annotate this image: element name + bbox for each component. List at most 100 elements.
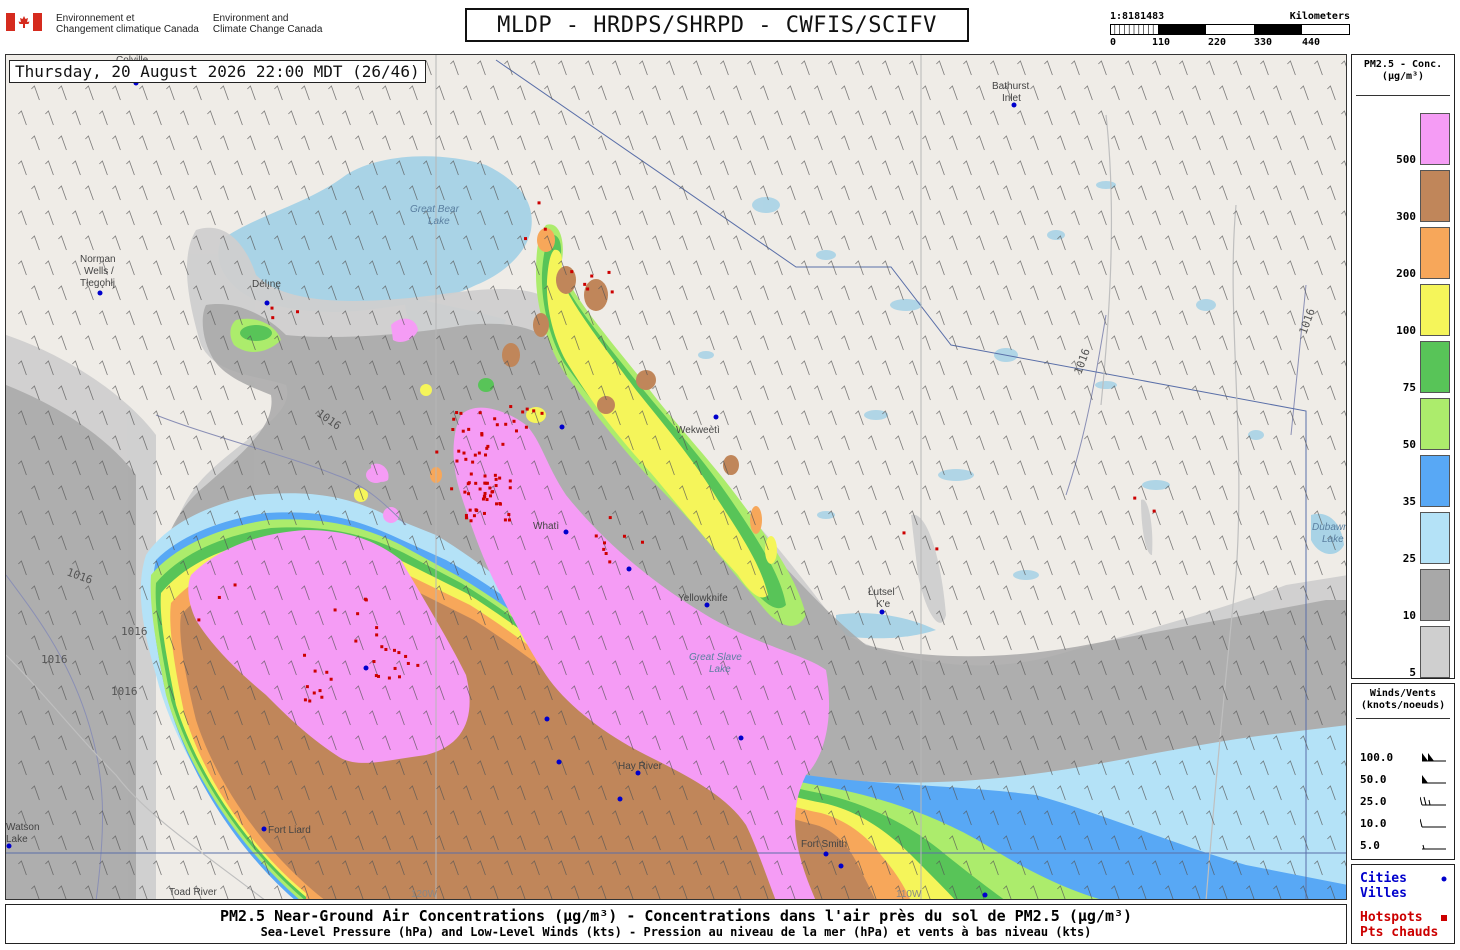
wind-barb bbox=[1341, 310, 1346, 317]
wind-barb bbox=[1057, 435, 1066, 451]
wind-barb bbox=[720, 410, 729, 426]
wind-barb bbox=[1138, 235, 1147, 251]
wind-barb bbox=[504, 260, 513, 276]
city-marker bbox=[264, 300, 270, 306]
wind-barb bbox=[841, 585, 850, 601]
wind-barb bbox=[1300, 135, 1309, 151]
wind-barb bbox=[139, 85, 148, 101]
wind-barb bbox=[787, 235, 796, 251]
forecast-timestamp: Thursday, 20 August 2026 22:00 MDT (26/4… bbox=[9, 60, 426, 83]
wind-barb bbox=[828, 560, 837, 576]
hotspot-marker bbox=[484, 453, 488, 457]
wind-barb bbox=[18, 210, 27, 226]
hotspot-marker bbox=[608, 516, 612, 520]
wind-barb bbox=[868, 285, 877, 301]
wind-barb bbox=[747, 410, 756, 426]
wind-barb bbox=[45, 210, 54, 226]
wind-barb bbox=[1165, 285, 1174, 301]
wind-speed-label: 100.0 bbox=[1360, 751, 1394, 764]
wind-barb bbox=[544, 185, 553, 201]
wind-barb bbox=[612, 110, 621, 126]
wind-barb bbox=[909, 160, 918, 176]
wind-barb bbox=[504, 110, 513, 126]
wind-barb bbox=[1273, 285, 1282, 301]
city-marker bbox=[261, 826, 267, 832]
hotspot-marker bbox=[607, 270, 611, 274]
wind-barb bbox=[652, 235, 661, 251]
wind-barb bbox=[1125, 410, 1134, 426]
wind-barb bbox=[787, 385, 796, 401]
wind-barb bbox=[99, 310, 108, 326]
hotspot-marker bbox=[483, 491, 487, 495]
wind-barb bbox=[180, 210, 189, 226]
wind-barb bbox=[1057, 635, 1066, 651]
hotspot-marker bbox=[498, 502, 502, 506]
hotspot-marker bbox=[387, 676, 391, 680]
wind-barb bbox=[1273, 135, 1282, 151]
wind-barb bbox=[652, 135, 661, 151]
wind-barb bbox=[1044, 160, 1053, 176]
hotspot-marker bbox=[474, 481, 478, 485]
wind-barb bbox=[1341, 110, 1346, 117]
wind-barb bbox=[1030, 435, 1039, 451]
wind-barb bbox=[1219, 285, 1228, 301]
wind-barb bbox=[1111, 435, 1120, 451]
hotspot-marker bbox=[393, 666, 397, 670]
wind-barb-10-icon bbox=[1420, 818, 1446, 828]
wind-barb bbox=[1084, 435, 1093, 451]
legend-title: PM2.5 - Conc. (µg/m³) bbox=[1363, 59, 1443, 82]
wind-barb bbox=[1084, 285, 1093, 301]
wind-barb bbox=[1273, 535, 1282, 551]
wind-barb bbox=[1341, 210, 1346, 217]
wind-barb bbox=[787, 535, 796, 551]
hotspot-marker bbox=[608, 560, 612, 564]
wind-legend: Winds/Vents (knots/noeuds) 100.0 50.0 25… bbox=[1351, 683, 1455, 860]
wind-barb bbox=[342, 110, 351, 126]
isobar-label: 1016 bbox=[41, 653, 68, 666]
wind-barb bbox=[774, 510, 783, 526]
wind-barb bbox=[1246, 85, 1255, 101]
wind-barb bbox=[288, 160, 297, 176]
wind-barb bbox=[112, 85, 121, 101]
place-label-line: Great Slave bbox=[689, 652, 742, 663]
city-marker bbox=[838, 863, 844, 869]
wind-barb bbox=[841, 285, 850, 301]
wind-barb bbox=[1233, 60, 1242, 76]
wind-barb-50-icon bbox=[1422, 775, 1446, 784]
wind-barb bbox=[841, 185, 850, 201]
wind-barb bbox=[18, 310, 27, 326]
wind-barb bbox=[1233, 560, 1242, 576]
wind-barb bbox=[1219, 535, 1228, 551]
place-label-line: Wells / bbox=[84, 266, 114, 277]
wind-barb bbox=[72, 110, 81, 126]
wind-barb bbox=[760, 335, 769, 351]
hotspot-marker bbox=[305, 685, 309, 689]
wind-barb bbox=[895, 535, 904, 551]
wind-barb bbox=[990, 210, 999, 226]
city-marker bbox=[617, 796, 623, 802]
wind-barb bbox=[774, 310, 783, 326]
wind-barb bbox=[1300, 485, 1309, 501]
wind-barb bbox=[1341, 560, 1346, 567]
hotspot-marker bbox=[467, 427, 471, 431]
wind-barb bbox=[207, 410, 216, 426]
wind-barb bbox=[1111, 585, 1120, 601]
wind-barb bbox=[1017, 260, 1026, 276]
dispersion-map[interactable]: 1016 1016 1016 1016 1016 1016 1016 120W … bbox=[5, 54, 1347, 900]
wind-barb bbox=[1287, 560, 1296, 576]
wind-barb bbox=[571, 185, 580, 201]
hotspot-marker bbox=[356, 612, 360, 616]
wind-barb bbox=[963, 260, 972, 276]
wind-barb bbox=[220, 435, 229, 451]
wind-barb bbox=[301, 135, 310, 151]
wind-barb bbox=[936, 60, 945, 76]
wind-barb bbox=[666, 210, 675, 226]
wind-barb bbox=[868, 485, 877, 501]
wind-barb bbox=[976, 185, 985, 201]
wind-barb bbox=[949, 585, 958, 601]
wind-barb bbox=[1084, 185, 1093, 201]
wind-speed-label: 25.0 bbox=[1360, 795, 1387, 808]
wind-barb bbox=[1206, 310, 1215, 326]
isobar-label: 1016 bbox=[1072, 347, 1093, 376]
wind-barb bbox=[598, 85, 607, 101]
